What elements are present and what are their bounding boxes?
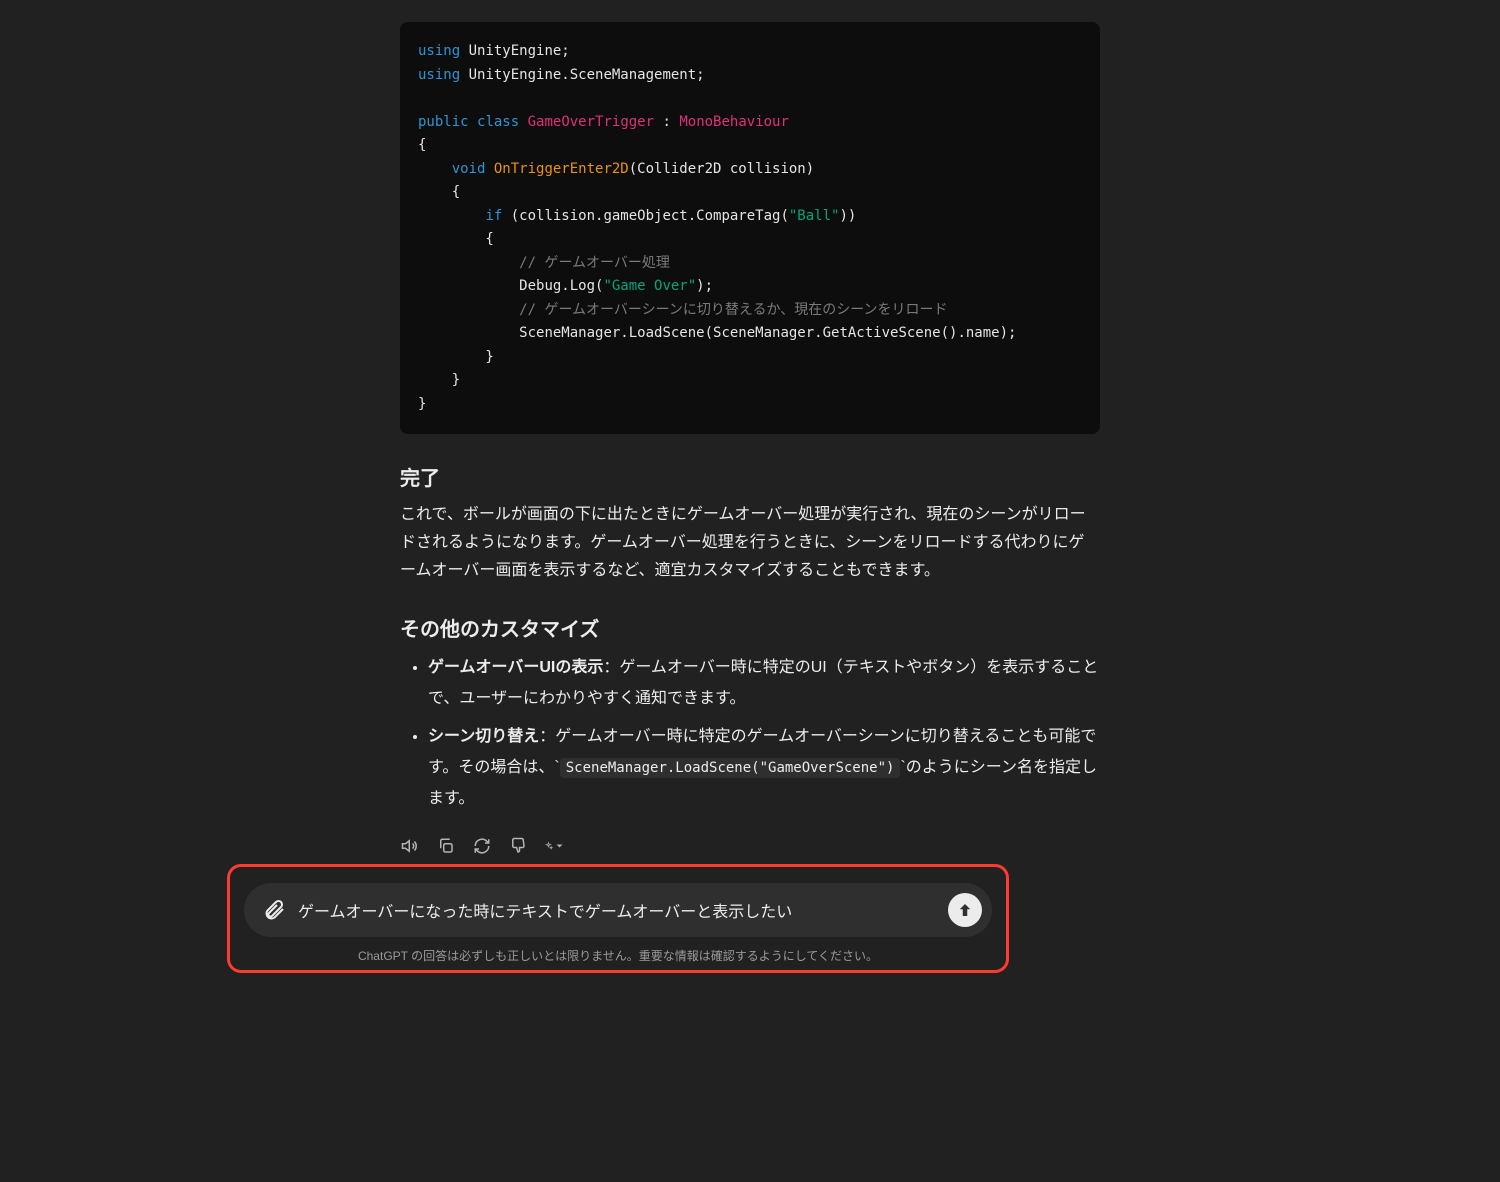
- code-token: UnityEngine;: [460, 43, 570, 59]
- bullet-list: ゲームオーバーUIの表示：ゲームオーバー時に特定のUI（テキストやボタン）を表示…: [400, 652, 1100, 814]
- code-token: (Collider2D collision): [629, 161, 814, 177]
- bullet-bold: ゲームオーバーUIの表示: [428, 659, 603, 676]
- send-button[interactable]: [948, 893, 982, 927]
- code-token: }: [418, 349, 494, 365]
- code-token: MonoBehaviour: [679, 114, 789, 130]
- model-switch-button[interactable]: [544, 836, 564, 856]
- code-token: UnityEngine.SceneManagement;: [460, 67, 704, 83]
- code-token: void: [452, 161, 486, 177]
- code-token: OnTriggerEnter2D: [485, 161, 628, 177]
- code-token: "Game Over": [603, 278, 696, 294]
- done-heading: 完了: [400, 462, 1100, 491]
- code-token: [418, 325, 519, 341]
- list-item: シーン切り替え：ゲームオーバー時に特定のゲームオーバーシーンに切り替えることも可…: [428, 721, 1100, 815]
- chat-input-container: [244, 883, 992, 937]
- disclaimer-text: ChatGPT の回答は必ずしも正しいとは限りません。重要な情報は確認するように…: [244, 947, 992, 964]
- code-token: {: [418, 231, 494, 247]
- code-token: }: [418, 372, 460, 388]
- arrow-up-icon: [956, 901, 974, 919]
- input-area-highlight: ChatGPT の回答は必ずしも正しいとは限りません。重要な情報は確認するように…: [227, 864, 1009, 973]
- code-token: SceneManager.LoadScene(SceneManager.GetA…: [519, 325, 1016, 341]
- copy-icon: [437, 837, 455, 855]
- done-body: これで、ボールが画面の下に出たときにゲームオーバー処理が実行され、現在のシーンが…: [400, 501, 1100, 585]
- regenerate-button[interactable]: [472, 836, 492, 856]
- code-token: GameOverTrigger: [528, 114, 654, 130]
- code-token: {: [418, 184, 460, 200]
- thumbs-down-icon: [509, 837, 527, 855]
- code-token: [418, 302, 519, 318]
- code-token: // ゲームオーバーシーンに切り替えるか、現在のシーンをリロード: [519, 302, 947, 318]
- speaker-icon: [401, 837, 419, 855]
- other-heading: その他のカスタマイズ: [400, 613, 1100, 642]
- chevron-down-icon: [555, 837, 564, 855]
- chat-input[interactable]: [298, 901, 936, 919]
- chat-message: using UnityEngine; using UnityEngine.Sce…: [400, 0, 1100, 856]
- code-token: [418, 255, 519, 271]
- bad-response-button[interactable]: [508, 836, 528, 856]
- code-token: using: [418, 67, 460, 83]
- code-token: Debug.Log(: [519, 278, 603, 294]
- code-token: )): [839, 208, 856, 224]
- code-token: }: [418, 396, 426, 412]
- attach-button[interactable]: [262, 898, 286, 922]
- code-token: {: [418, 137, 426, 153]
- code-token: [418, 208, 485, 224]
- code-token: (collision.gameObject.CompareTag(: [502, 208, 789, 224]
- code-token: "Ball": [789, 208, 840, 224]
- sparkle-icon: [544, 837, 553, 855]
- paperclip-icon: [262, 898, 286, 922]
- code-block[interactable]: using UnityEngine; using UnityEngine.Sce…: [400, 22, 1100, 434]
- refresh-icon: [473, 837, 491, 855]
- message-actions: [400, 836, 1100, 856]
- code-token: // ゲームオーバー処理: [519, 255, 670, 271]
- code-token: class: [477, 114, 519, 130]
- code-token: using: [418, 43, 460, 59]
- code-token: [418, 278, 519, 294]
- code-token: public: [418, 114, 469, 130]
- read-aloud-button[interactable]: [400, 836, 420, 856]
- list-item: ゲームオーバーUIの表示：ゲームオーバー時に特定のUI（テキストやボタン）を表示…: [428, 652, 1100, 714]
- code-token: :: [654, 114, 679, 130]
- inline-code: SceneManager.LoadScene("GameOverScene"): [560, 758, 901, 778]
- bullet-bold: シーン切り替え: [428, 728, 539, 745]
- code-token: if: [485, 208, 502, 224]
- copy-button[interactable]: [436, 836, 456, 856]
- code-token: [418, 161, 452, 177]
- code-token: );: [696, 278, 713, 294]
